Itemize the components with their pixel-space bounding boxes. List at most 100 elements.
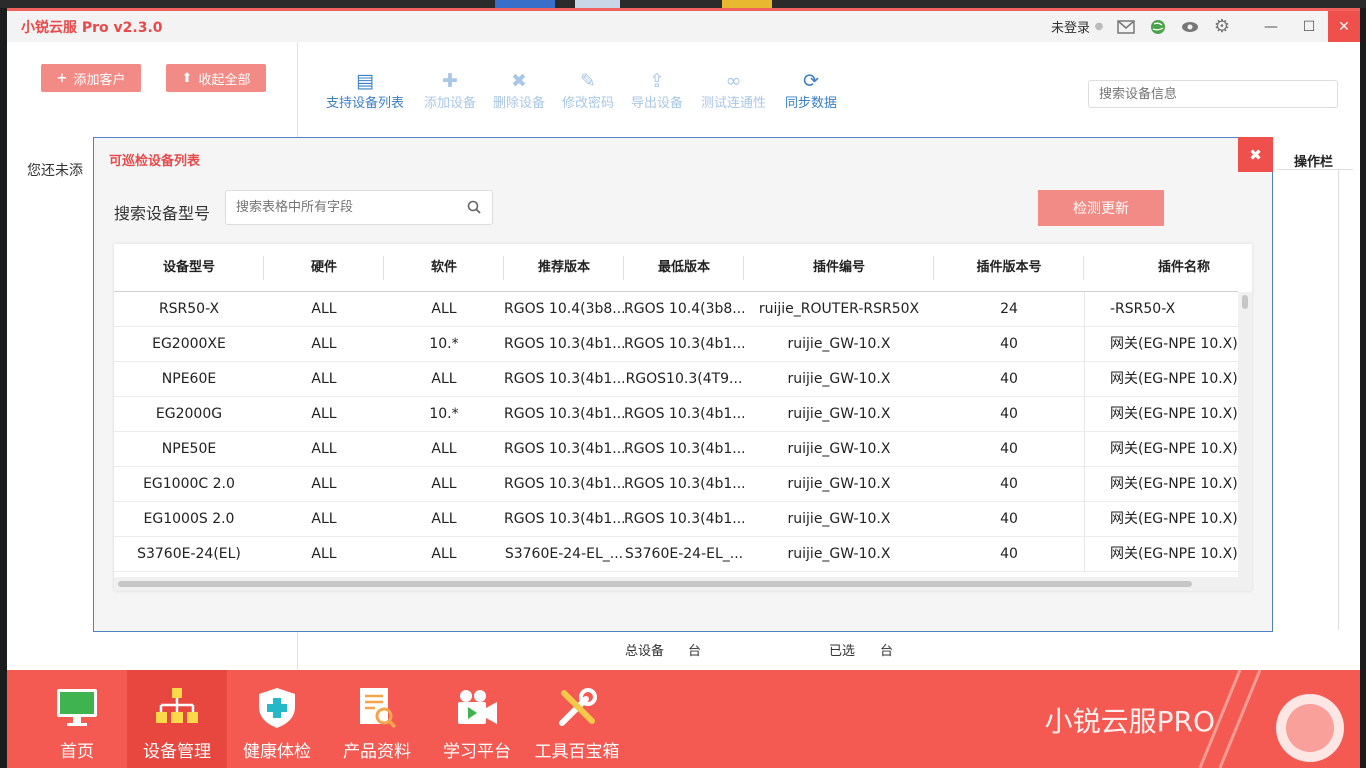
scroll-thumb[interactable] <box>118 581 1192 587</box>
plus-icon: ✚ <box>442 70 458 92</box>
column-header[interactable]: 硬件 <box>264 244 384 292</box>
eye-icon[interactable] <box>1180 17 1200 37</box>
table-cell: ALL <box>311 476 337 492</box>
network-tree-icon <box>155 686 199 730</box>
table-cell: 网关(EG-NPE 10.X)插 <box>1084 397 1239 432</box>
status-bar: 总设备 台 已选 台 <box>299 630 1360 670</box>
table-cell: EG2000XE <box>152 336 226 352</box>
table-cell: 40 <box>1000 476 1018 492</box>
table-cell: RGOS 10.3(4b1... <box>504 441 624 457</box>
table-row[interactable]: NPE50E ALL ALL RGOS 10.3(4b1... RGOS 10.3(4b… <box>114 432 1239 467</box>
table-row[interactable]: RSR50-X ALL ALL RGOS 10.4(3b8... RGOS 10.4(3… <box>114 292 1238 327</box>
model-search-input[interactable] <box>225 190 493 225</box>
table-cell: NPE50E <box>161 441 217 457</box>
delete-device-button[interactable]: ✖ 删除设备 <box>493 70 545 111</box>
support-device-list-button[interactable]: ▤ 支持设备列表 <box>326 70 404 111</box>
table-cell: RGOS 10.3(4b1... <box>624 441 744 457</box>
model-search-label: 搜索设备型号 <box>114 204 211 223</box>
table-cell: RGOS 10.3(4b1... <box>624 336 744 352</box>
column-header[interactable]: 软件 <box>384 244 504 292</box>
scroll-thumb[interactable] <box>1242 295 1248 309</box>
app-title: 小锐云服 Pro v2.3.0 <box>21 19 163 36</box>
nav-product-docs[interactable]: 产品资料 <box>327 670 427 768</box>
tool-label: 导出设备 <box>631 96 684 111</box>
close-button[interactable]: ✕ <box>1328 11 1360 42</box>
column-header[interactable]: 设备型号 <box>114 244 264 292</box>
bottom-nav: 首页 设备管理 健康体检 产品资料 学习平台 工具百宝箱 小锐云服PRO <box>7 670 1360 768</box>
nav-health-check[interactable]: 健康体检 <box>227 670 327 768</box>
table-cell: ALL <box>311 336 337 352</box>
table-cell: 网关(EG-NPE 10.X)插 <box>1084 362 1239 397</box>
table-row[interactable]: EG2000XE ALL 10.* RGOS 10.3(4b1... RGOS 10.3… <box>114 327 1239 362</box>
link-icon: ∞ <box>725 70 742 92</box>
tool-label: 修改密码 <box>562 96 615 111</box>
table-cell: 网关(EG-NPE 10.X)插 <box>1084 467 1239 502</box>
table-cell: 40 <box>1000 371 1018 387</box>
table-cell: -RSR50-X <box>1084 292 1239 327</box>
column-header[interactable]: 最低版本 <box>624 244 744 292</box>
sync-data-button[interactable]: ⟳ 同步数据 <box>785 70 837 111</box>
table-header: 设备型号 硬件 软件 推荐版本 最低版本 插件编号 插件版本号 插件名称 <box>114 244 1238 292</box>
globe-icon[interactable] <box>1148 17 1168 37</box>
add-device-button[interactable]: ✚ 添加设备 <box>424 70 476 111</box>
empty-tip: 您还未添 <box>27 163 83 179</box>
add-customer-button[interactable]: + 添加客户 <box>41 64 141 92</box>
device-model-table: 设备型号 硬件 软件 推荐版本 最低版本 插件编号 插件版本号 插件名称 RSR… <box>114 244 1252 591</box>
table-cell: ALL <box>431 301 457 317</box>
table-cell: RGOS 10.3(4b1... <box>504 511 624 527</box>
table-cell: RGOS 10.3(4b1... <box>624 476 744 492</box>
op-column-header: 操作栏 <box>1277 148 1353 170</box>
table-cell: RGOS 10.4(3b8... <box>624 301 744 317</box>
device-search-input[interactable] <box>1088 80 1338 108</box>
column-header[interactable]: 插件编号 <box>744 244 934 292</box>
decorative-stripes <box>1198 670 1344 768</box>
nav-home[interactable]: 首页 <box>27 670 127 768</box>
table-row[interactable]: EG1000C 2.0 ALL ALL RGOS 10.3(4b1... RGOS 10… <box>114 467 1239 502</box>
collapse-all-button[interactable]: ⬆ 收起全部 <box>166 64 266 92</box>
table-row[interactable]: S3760E-24(EL) ALL ALL S3760E-24-EL_... S3760… <box>114 537 1239 572</box>
horizontal-scrollbar[interactable] <box>114 577 1238 591</box>
mail-icon[interactable] <box>1116 17 1136 37</box>
device-toolbar: ▤ 支持设备列表 ✚ 添加设备 ✖ 删除设备 ✎ 修改密码 ⇪ 导出设备 ∞ 测… <box>299 42 1360 132</box>
add-customer-label: 添加客户 <box>73 72 126 88</box>
title-bar: 小锐云服 Pro v2.3.0 未登录 ● ⚙ — ☐ ✕ <box>7 8 1360 42</box>
gear-icon[interactable]: ⚙ <box>1212 16 1232 37</box>
sync-icon: ⟳ <box>803 70 819 92</box>
table-cell: RGOS 10.3(4b1... <box>624 406 744 422</box>
arrow-up-icon: ⬆ <box>181 70 193 86</box>
x-icon: ✖ <box>511 70 527 92</box>
nav-label: 设备管理 <box>143 742 211 762</box>
search-icon[interactable] <box>467 200 481 218</box>
collapse-all-label: 收起全部 <box>198 72 251 88</box>
dialog-close-button[interactable]: ✖ <box>1238 137 1273 172</box>
export-device-button[interactable]: ⇪ 导出设备 <box>631 70 683 111</box>
table-row[interactable]: NPE60E ALL ALL RGOS 10.3(4b1... RGOS10.3(4T9… <box>114 362 1239 397</box>
tool-label: 测试连通性 <box>701 96 767 111</box>
test-connectivity-button[interactable]: ∞ 测试连通性 <box>701 70 766 111</box>
check-update-button[interactable]: 检测更新 <box>1038 190 1164 226</box>
nav-learning-platform[interactable]: 学习平台 <box>427 670 527 768</box>
tool-label: 同步数据 <box>785 96 838 111</box>
maximize-button[interactable]: ☐ <box>1290 11 1328 42</box>
login-status[interactable]: 未登录 <box>1051 17 1090 36</box>
minimize-button[interactable]: — <box>1252 11 1290 42</box>
column-header[interactable]: 插件名称 <box>1084 244 1252 292</box>
nav-device-management[interactable]: 设备管理 <box>127 670 227 768</box>
table-cell: 40 <box>1000 406 1018 422</box>
column-header[interactable]: 插件版本号 <box>934 244 1084 292</box>
nav-toolbox[interactable]: 工具百宝箱 <box>527 670 627 768</box>
table-cell: ruijie_GW-10.X <box>787 336 891 352</box>
table-cell: ruijie_GW-10.X <box>787 441 891 457</box>
table-cell: ALL <box>431 441 457 457</box>
edit-icon: ✎ <box>580 70 596 92</box>
shield-plus-icon <box>255 686 299 730</box>
table-row[interactable]: EG2000G ALL 10.* RGOS 10.3(4b1... RGOS 10.3(… <box>114 397 1239 432</box>
column-header[interactable]: 推荐版本 <box>504 244 624 292</box>
table-row[interactable]: EG1000S 2.0 ALL ALL RGOS 10.3(4b1... RGOS 10… <box>114 502 1239 537</box>
nav-label: 工具百宝箱 <box>534 742 620 762</box>
change-password-button[interactable]: ✎ 修改密码 <box>562 70 614 111</box>
table-cell: EG1000C 2.0 <box>143 476 235 492</box>
user-icon: ● <box>1094 21 1104 32</box>
vertical-scrollbar[interactable] <box>1238 292 1252 591</box>
device-list-dialog: 可巡检设备列表 ✖ 搜索设备型号 检测更新 设备型号 硬件 软件 推荐版本 最低… <box>93 137 1273 632</box>
